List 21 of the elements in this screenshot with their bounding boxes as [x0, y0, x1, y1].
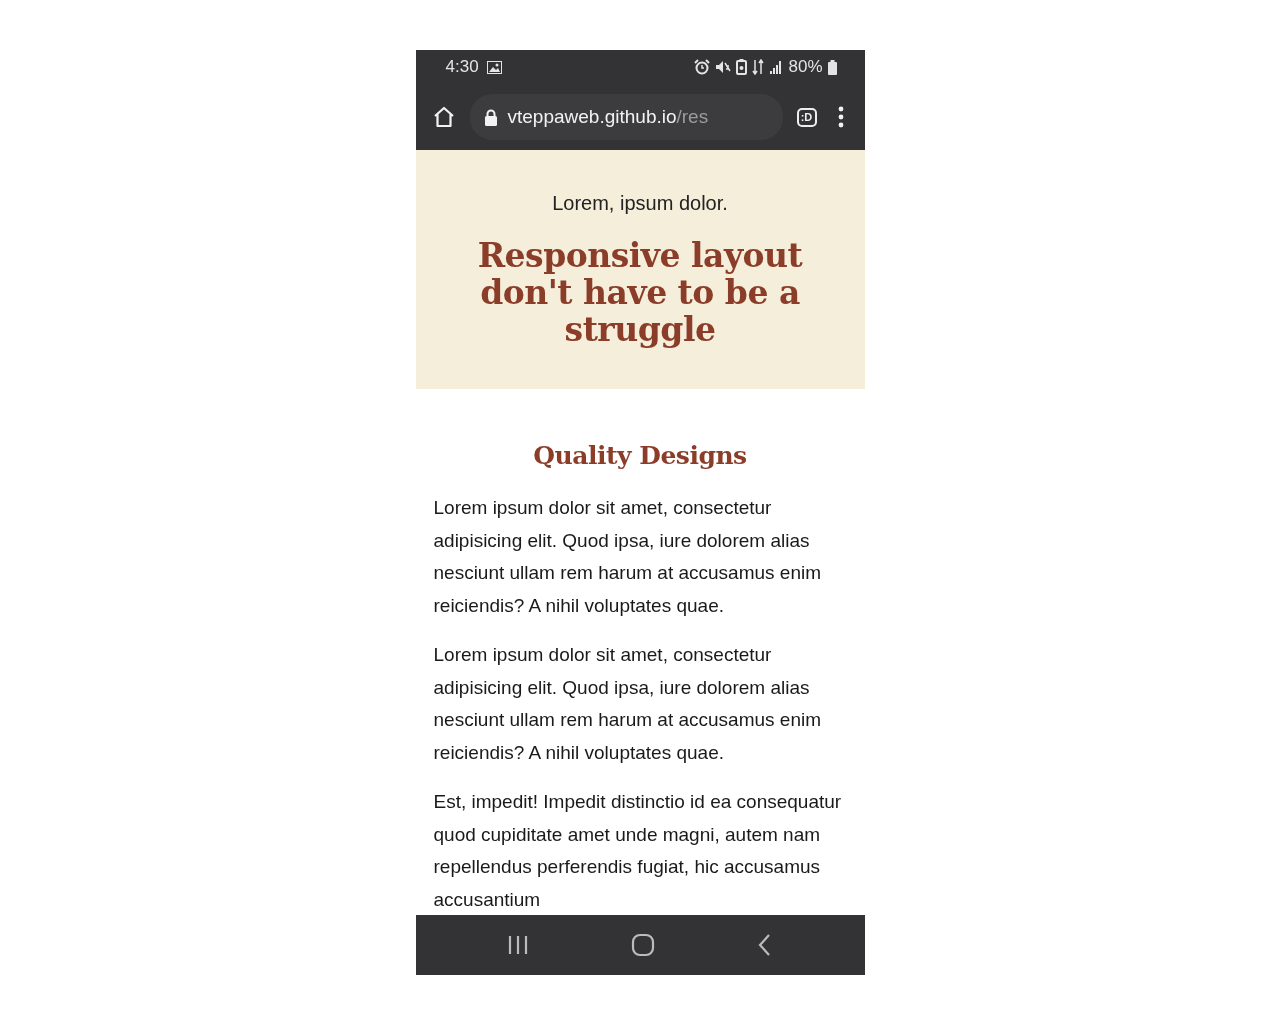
image-icon [486, 60, 502, 74]
hero-kicker: Lorem, ipsum dolor. [552, 191, 728, 215]
body-paragraph: Lorem ipsum dolor sit amet, consectetur adipisicing elit. Quod ipsa, iure dolorem alias nesciunt ullam rem harum at accusamus enim reiciendis? A nihil voluptates quae. [433, 643, 823, 765]
lock-icon [483, 108, 498, 126]
body-paragraph: Lorem ipsum dolor sit amet, consectetur adipisicing elit. Quod ipsa, iure dolorem alias nesciunt ullam rem harum at accusamus enim reiciendis? A nihil voluptates quae. [433, 496, 823, 618]
data-transfer-icon [752, 59, 765, 75]
mute-icon [715, 59, 732, 75]
clock-time: 4:30 [445, 57, 479, 77]
url-text: vteppaweb.github.io/res [507, 106, 709, 128]
alarm-icon [694, 59, 711, 75]
address-bar[interactable]: vteppaweb.github.io/res [469, 94, 783, 140]
signal-icon [769, 60, 784, 74]
battery-icon [827, 59, 837, 75]
battery-percentage: 80% [788, 57, 823, 77]
recent-apps-icon[interactable] [506, 934, 529, 956]
hero-title: Responsive layout don't have to be a struggle [476, 236, 804, 348]
home-icon[interactable] [631, 933, 655, 957]
battery-saver-icon [736, 59, 748, 75]
section-heading: Quality Designs [532, 441, 748, 470]
body-paragraph: Est, impedit! Impedit distinctio id ea consequatur quod cupiditate amet unde magni, autem nam repellendus perferendis fugiat, hic accusamus accusantium [433, 790, 843, 912]
tab-switcher-button[interactable]: :D [796, 107, 817, 127]
